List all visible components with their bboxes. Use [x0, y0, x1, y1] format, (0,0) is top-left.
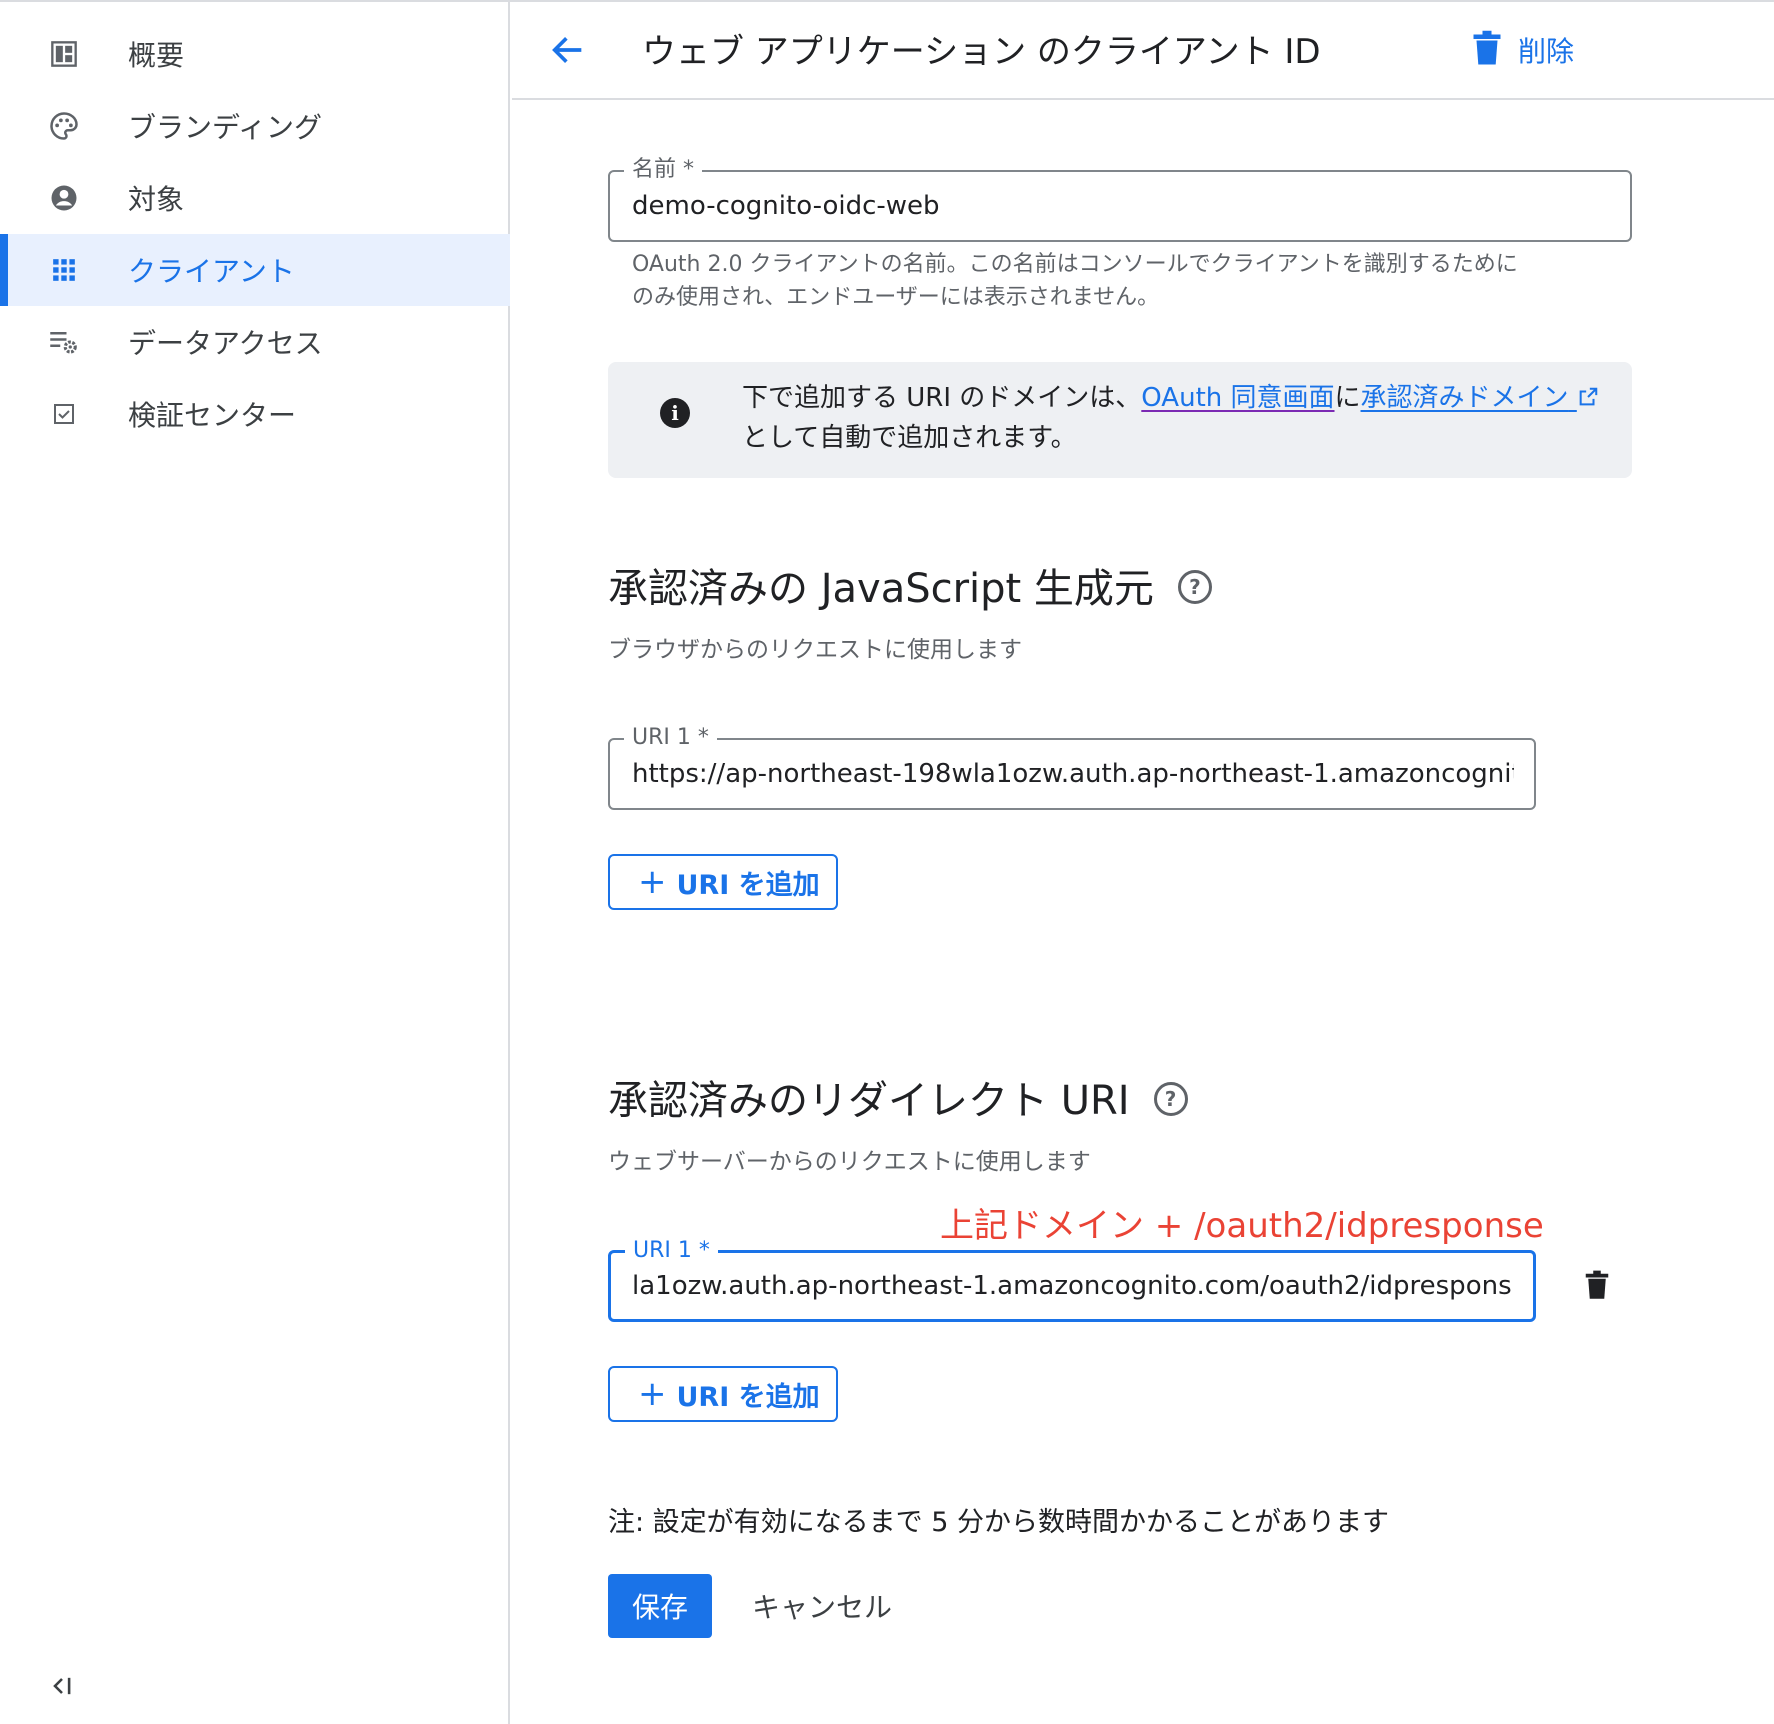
sidebar-item-label: 対象 [128, 183, 185, 216]
redirect-uri-value[interactable]: la1ozw.auth.ap-northeast-1.amazoncognito… [632, 1253, 1513, 1319]
name-field-helper: OAuth 2.0 クライアントの名前。この名前はコンソールでクライアントを識別… [632, 248, 1632, 314]
checkbox-icon [48, 398, 80, 430]
sidebar-item-clients[interactable]: クライアント [0, 234, 510, 306]
sidebar-item-label: ブランディング [128, 111, 323, 144]
delete-button[interactable]: 削除 [1472, 26, 1574, 74]
apps-grid-icon [48, 254, 80, 286]
delete-button-label: 削除 [1518, 35, 1575, 68]
authorized-domains-link[interactable]: 承認済みドメイン [1361, 383, 1599, 413]
add-uri-label: URI を追加 [676, 1381, 820, 1413]
settings-note: 注: 設定が有効になるまで 5 分から数時間かかることがあります [608, 1507, 1390, 1538]
redirect-uris-title: 承認済みのリダイレクト URI? [608, 1068, 1188, 1126]
sidebar-item-audience[interactable]: 対象 [0, 162, 510, 234]
trash-icon[interactable] [1584, 1270, 1614, 1304]
sidebar-item-overview[interactable]: 概要 [0, 18, 510, 90]
helper-line-2: のみ使用され、エンドユーザーには表示されません。 [632, 285, 1160, 310]
name-field[interactable]: 名前 * demo-cognito-oidc-web [608, 157, 1632, 242]
sidebar-item-verification-center[interactable]: 検証センター [0, 378, 510, 450]
oauth-consent-link[interactable]: OAuth 同意画面 [1141, 383, 1334, 413]
save-button[interactable]: 保存 [608, 1574, 712, 1638]
trash-icon [1472, 29, 1502, 71]
info-icon: i [660, 398, 690, 428]
add-js-origin-button[interactable]: + URI を追加 [608, 854, 838, 910]
name-field-value[interactable]: demo-cognito-oidc-web [632, 172, 1610, 240]
sidebar-item-label: 概要 [128, 39, 185, 72]
back-arrow-icon[interactable] [548, 30, 588, 70]
account-circle-icon [48, 182, 80, 214]
annotation-text: 上記ドメイン + /oauth2/idpresponse [940, 1206, 1544, 1246]
info-text-after: として自動で追加されます。 [742, 423, 1077, 453]
data-settings-icon [48, 326, 80, 358]
js-origins-subtitle: ブラウザからのリクエストに使用します [608, 637, 1022, 663]
sidebar-item-label: クライアント [128, 255, 295, 288]
help-icon[interactable]: ? [1177, 570, 1212, 604]
sidebar-item-branding[interactable]: ブランディング [0, 90, 510, 162]
info-text: 下で追加する URI のドメインは、OAuth 同意画面に承認済みドメイン とし… [742, 378, 1602, 458]
page-title: ウェブ アプリケーション のクライアント ID [642, 32, 1321, 72]
info-text-mid: に [1334, 383, 1361, 413]
add-redirect-uri-button[interactable]: + URI を追加 [608, 1366, 838, 1422]
cancel-button[interactable]: キャンセル [752, 1574, 892, 1638]
add-uri-label: URI を追加 [676, 869, 820, 901]
sidebar-item-data-access[interactable]: データアクセス [0, 306, 510, 378]
js-origin-uri-value[interactable]: https://ap-northeast-198wla1ozw.auth.ap-… [632, 740, 1514, 808]
help-icon[interactable]: ? [1153, 1082, 1188, 1116]
page-header: ウェブ アプリケーション のクライアント ID 削除 [512, 0, 1774, 100]
helper-line-1: OAuth 2.0 クライアントの名前。この名前はコンソールでクライアントを識別… [632, 252, 1518, 277]
sidebar-item-label: 検証センター [128, 399, 297, 432]
external-link-icon [1579, 387, 1598, 406]
plus-icon: + [638, 862, 667, 902]
sidebar: 概要 ブランディング 対象 クライアント データアクセス 検証センター [0, 0, 510, 1724]
info-text-before: 下で追加する URI のドメインは、 [742, 383, 1142, 413]
collapse-sidebar-icon[interactable] [48, 1672, 80, 1704]
redirect-uri-field[interactable]: URI 1 * la1ozw.auth.ap-northeast-1.amazo… [608, 1238, 1536, 1322]
dashboard-icon [48, 38, 80, 70]
info-banner: i 下で追加する URI のドメインは、OAuth 同意画面に承認済みドメイン … [608, 362, 1632, 478]
plus-icon: + [638, 1374, 667, 1414]
redirect-uris-subtitle: ウェブサーバーからのリクエストに使用します [608, 1149, 1091, 1175]
sidebar-item-label: データアクセス [128, 327, 323, 360]
js-origin-uri-field[interactable]: URI 1 * https://ap-northeast-198wla1ozw.… [608, 725, 1536, 810]
js-origins-title: 承認済みの JavaScript 生成元? [608, 556, 1212, 614]
palette-icon [48, 110, 80, 142]
